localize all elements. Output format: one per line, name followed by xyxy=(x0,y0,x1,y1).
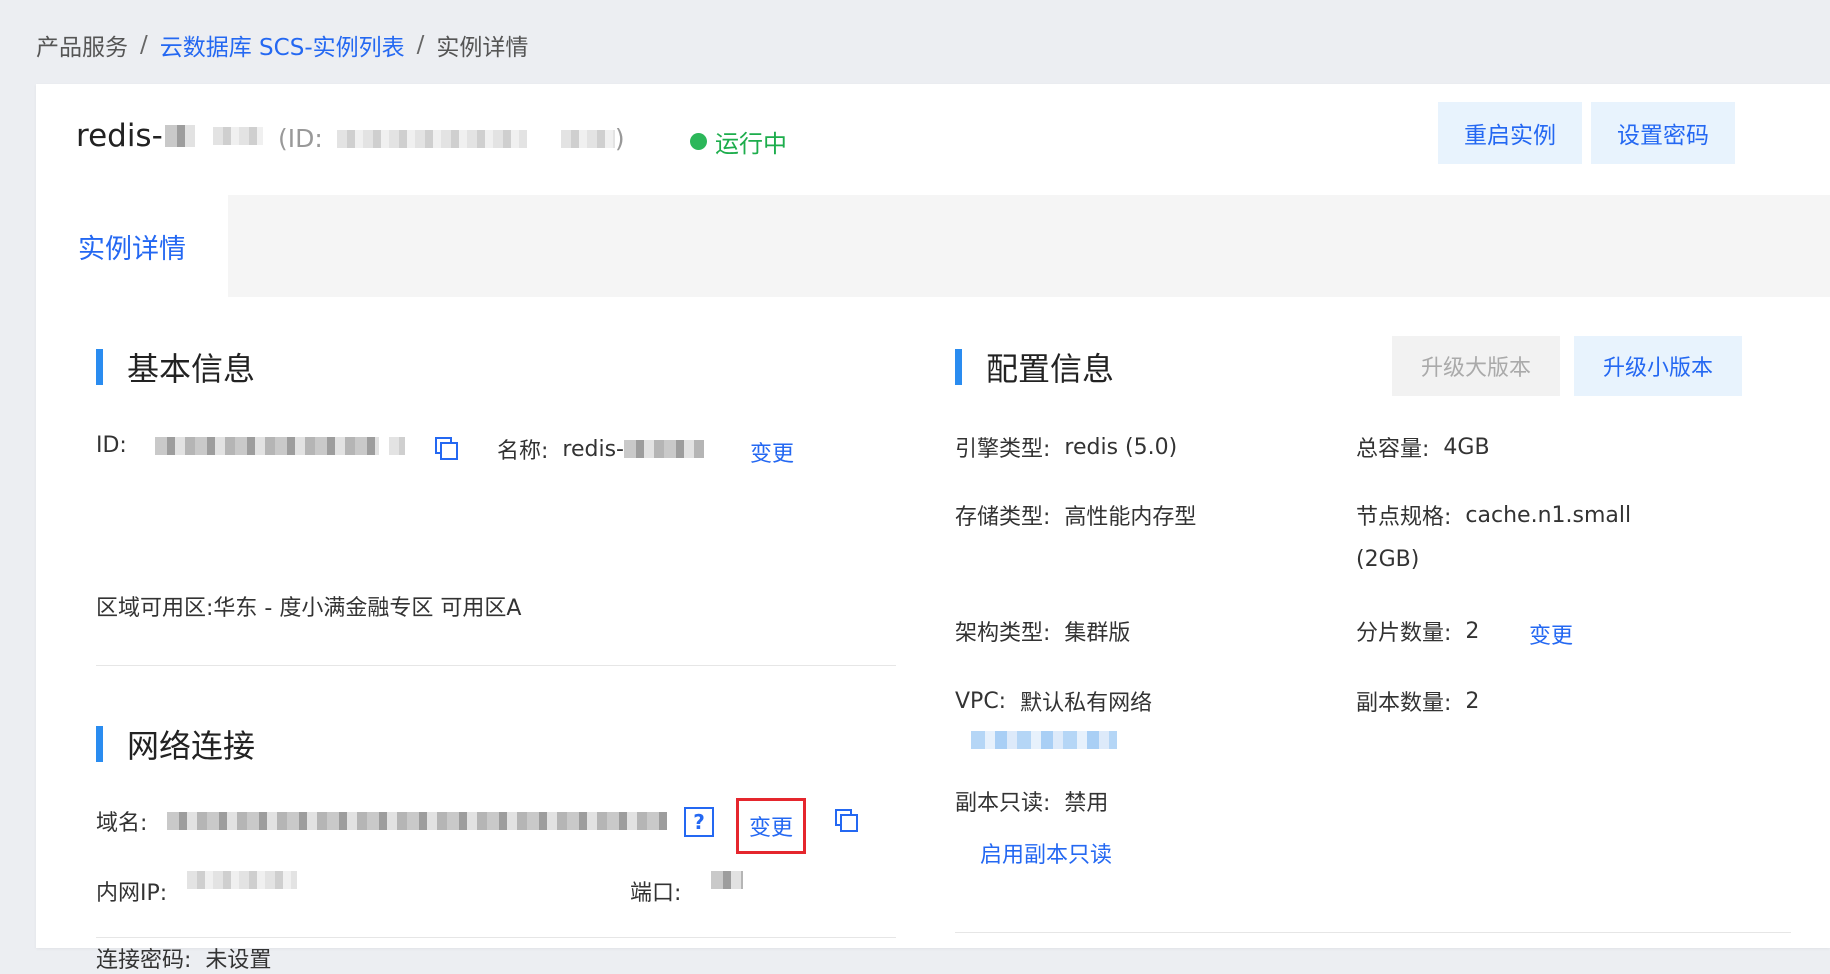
redacted-name xyxy=(212,127,263,145)
network-title-text: 网络连接 xyxy=(127,727,256,765)
password-field: 连接密码: 未设置 xyxy=(96,942,271,974)
engine-field: 引擎类型: redis (5.0) xyxy=(955,431,1177,463)
storage-label: 存储类型: xyxy=(955,505,1051,530)
password-value: 未设置 xyxy=(205,948,272,973)
section-divider xyxy=(96,665,896,666)
section-bar xyxy=(955,349,962,385)
port-label: 端口: xyxy=(630,881,682,906)
readonly-field: 副本只读: 禁用 xyxy=(955,785,1108,817)
replicas-label: 副本数量: xyxy=(1356,691,1452,716)
change-domain-highlight: 变更 xyxy=(736,798,806,854)
shards-label: 分片数量: xyxy=(1356,621,1452,646)
basic-info-title-text: 基本信息 xyxy=(127,350,256,388)
port-field: 端口: xyxy=(630,871,744,907)
domain-label: 域名: xyxy=(96,811,148,836)
breadcrumb-separator: / xyxy=(416,32,425,58)
vpc-label: VPC: xyxy=(955,688,1007,714)
arch-label: 架构类型: xyxy=(955,621,1051,646)
set-password-button[interactable]: 设置密码 xyxy=(1591,102,1735,164)
status-dot-icon xyxy=(690,133,707,150)
redacted-port-value xyxy=(711,871,744,889)
vpc-field: VPC: 默认私有网络 xyxy=(955,685,1152,717)
name-field: 名称: redis- xyxy=(497,433,704,465)
storage-field: 存储类型: 高性能内存型 xyxy=(955,499,1196,531)
breadcrumb-products[interactable]: 产品服务 xyxy=(36,28,128,62)
breadcrumb-instance-list[interactable]: 云数据库 SCS-实例列表 xyxy=(160,28,405,62)
intranet-ip-field: 内网IP: xyxy=(96,871,298,907)
section-divider xyxy=(955,932,1791,933)
upgrade-major-version-button[interactable]: 升级大版本 xyxy=(1392,336,1560,396)
instance-id: (ID: ) xyxy=(278,124,625,153)
name-value-prefix: redis- xyxy=(562,436,624,462)
enable-readonly-link[interactable]: 启用副本只读 xyxy=(980,837,1112,869)
capacity-value: 4GB xyxy=(1443,434,1490,460)
capacity-field: 总容量: 4GB xyxy=(1356,431,1490,463)
engine-label: 引擎类型: xyxy=(955,437,1051,462)
instance-header: redis- (ID: ) 运行中 重启实例 设置密码 xyxy=(36,84,1830,196)
breadcrumb-current: 实例详情 xyxy=(436,35,529,61)
restart-instance-button[interactable]: 重启实例 xyxy=(1438,102,1582,164)
redacted-id xyxy=(560,129,615,148)
arch-field: 架构类型: 集群版 xyxy=(955,615,1130,647)
config-title: 配置信息 xyxy=(955,344,1114,390)
redacted-ip-value xyxy=(187,871,298,889)
copy-domain-icon[interactable] xyxy=(834,808,860,834)
upgrade-minor-version-button[interactable]: 升级小版本 xyxy=(1574,336,1742,396)
config-title-text: 配置信息 xyxy=(986,350,1115,388)
node-spec-field: 节点规格: cache.n1.small xyxy=(1356,499,1631,531)
name-label: 名称: xyxy=(497,439,549,464)
network-title: 网络连接 xyxy=(96,721,255,767)
redacted-domain-value xyxy=(167,812,668,830)
intranet-ip-label: 内网IP: xyxy=(96,881,168,906)
help-icon[interactable]: ? xyxy=(684,807,714,837)
tab-bar: 实例详情 xyxy=(36,195,1830,297)
breadcrumb-separator: / xyxy=(140,32,148,58)
replicas-field: 副本数量: 2 xyxy=(1356,685,1479,717)
section-divider xyxy=(96,937,896,938)
redacted-vpc-id xyxy=(971,731,1117,749)
copy-id-icon[interactable] xyxy=(434,436,460,462)
breadcrumb: 产品服务 / 云数据库 SCS-实例列表 / 实例详情 xyxy=(36,28,528,62)
id-label: ID: xyxy=(96,433,127,458)
redacted-id xyxy=(336,129,527,148)
password-label: 连接密码: xyxy=(96,948,192,973)
zone-value: 华东 - 度小满金融专区 可用区A xyxy=(213,596,522,621)
section-bar xyxy=(96,726,103,762)
readonly-label: 副本只读: xyxy=(955,791,1051,816)
instance-id-suffix: ) xyxy=(614,124,625,153)
shards-value: 2 xyxy=(1465,618,1480,644)
instance-id-label: (ID: xyxy=(278,124,323,153)
change-shards-link[interactable]: 变更 xyxy=(1529,618,1573,650)
vpc-link[interactable]: 默认私有网络 xyxy=(1020,685,1152,717)
readonly-value: 禁用 xyxy=(1064,791,1109,816)
redacted-name-value xyxy=(624,440,704,458)
domain-field: 域名: xyxy=(96,805,668,837)
status-badge: 运行中 xyxy=(690,124,787,159)
basic-info-title: 基本信息 xyxy=(96,344,255,390)
redacted-id-value xyxy=(388,436,405,455)
instance-name-prefix: redis- xyxy=(76,118,163,154)
tab-instance-details[interactable]: 实例详情 xyxy=(36,195,228,297)
node-spec-label: 节点规格: xyxy=(1356,505,1452,530)
redacted-name xyxy=(164,125,195,147)
change-name-link[interactable]: 变更 xyxy=(750,436,794,468)
engine-value: redis (5.0) xyxy=(1064,434,1178,460)
zone-label: 区域可用区: xyxy=(96,596,214,621)
id-field: ID: xyxy=(96,433,405,458)
section-bar xyxy=(96,349,103,385)
replicas-value: 2 xyxy=(1465,688,1480,714)
node-spec-value: cache.n1.small xyxy=(1465,502,1632,528)
instance-card: redis- (ID: ) 运行中 重启实例 设置密码 实例详情 基本信息 ID… xyxy=(36,84,1830,973)
capacity-label: 总容量: xyxy=(1356,437,1430,462)
change-domain-link[interactable]: 变更 xyxy=(749,810,793,842)
arch-value: 集群版 xyxy=(1064,621,1131,646)
zone-field: 区域可用区: 华东 - 度小满金融专区 可用区A xyxy=(96,590,521,622)
instance-name: redis- xyxy=(76,118,263,154)
status-text: 运行中 xyxy=(715,130,787,158)
node-spec-value-2: (2GB) xyxy=(1356,547,1420,572)
shards-field: 分片数量: 2 xyxy=(1356,615,1479,647)
redacted-id-value xyxy=(154,436,379,455)
storage-value: 高性能内存型 xyxy=(1064,505,1197,530)
